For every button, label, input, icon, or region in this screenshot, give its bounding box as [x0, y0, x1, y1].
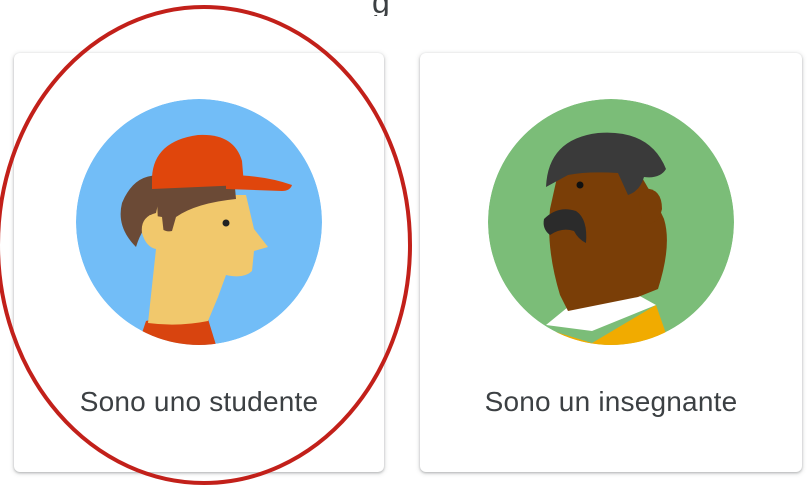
teacher-role-label: Sono un insegnante	[484, 386, 738, 417]
student-ear	[142, 215, 164, 242]
page-heading: g	[372, 0, 432, 16]
role-selection-screen: g	[0, 0, 810, 488]
student-eye	[222, 219, 230, 227]
page-heading-text: g	[372, 0, 390, 16]
teacher-eye	[576, 181, 584, 189]
student-avatar	[76, 99, 322, 345]
teacher-avatar	[488, 99, 734, 345]
teacher-role-card[interactable]: Sono un insegnante	[420, 53, 802, 472]
student-role-card[interactable]: Sono uno studente	[14, 53, 384, 472]
student-role-label: Sono uno studente	[79, 386, 319, 417]
